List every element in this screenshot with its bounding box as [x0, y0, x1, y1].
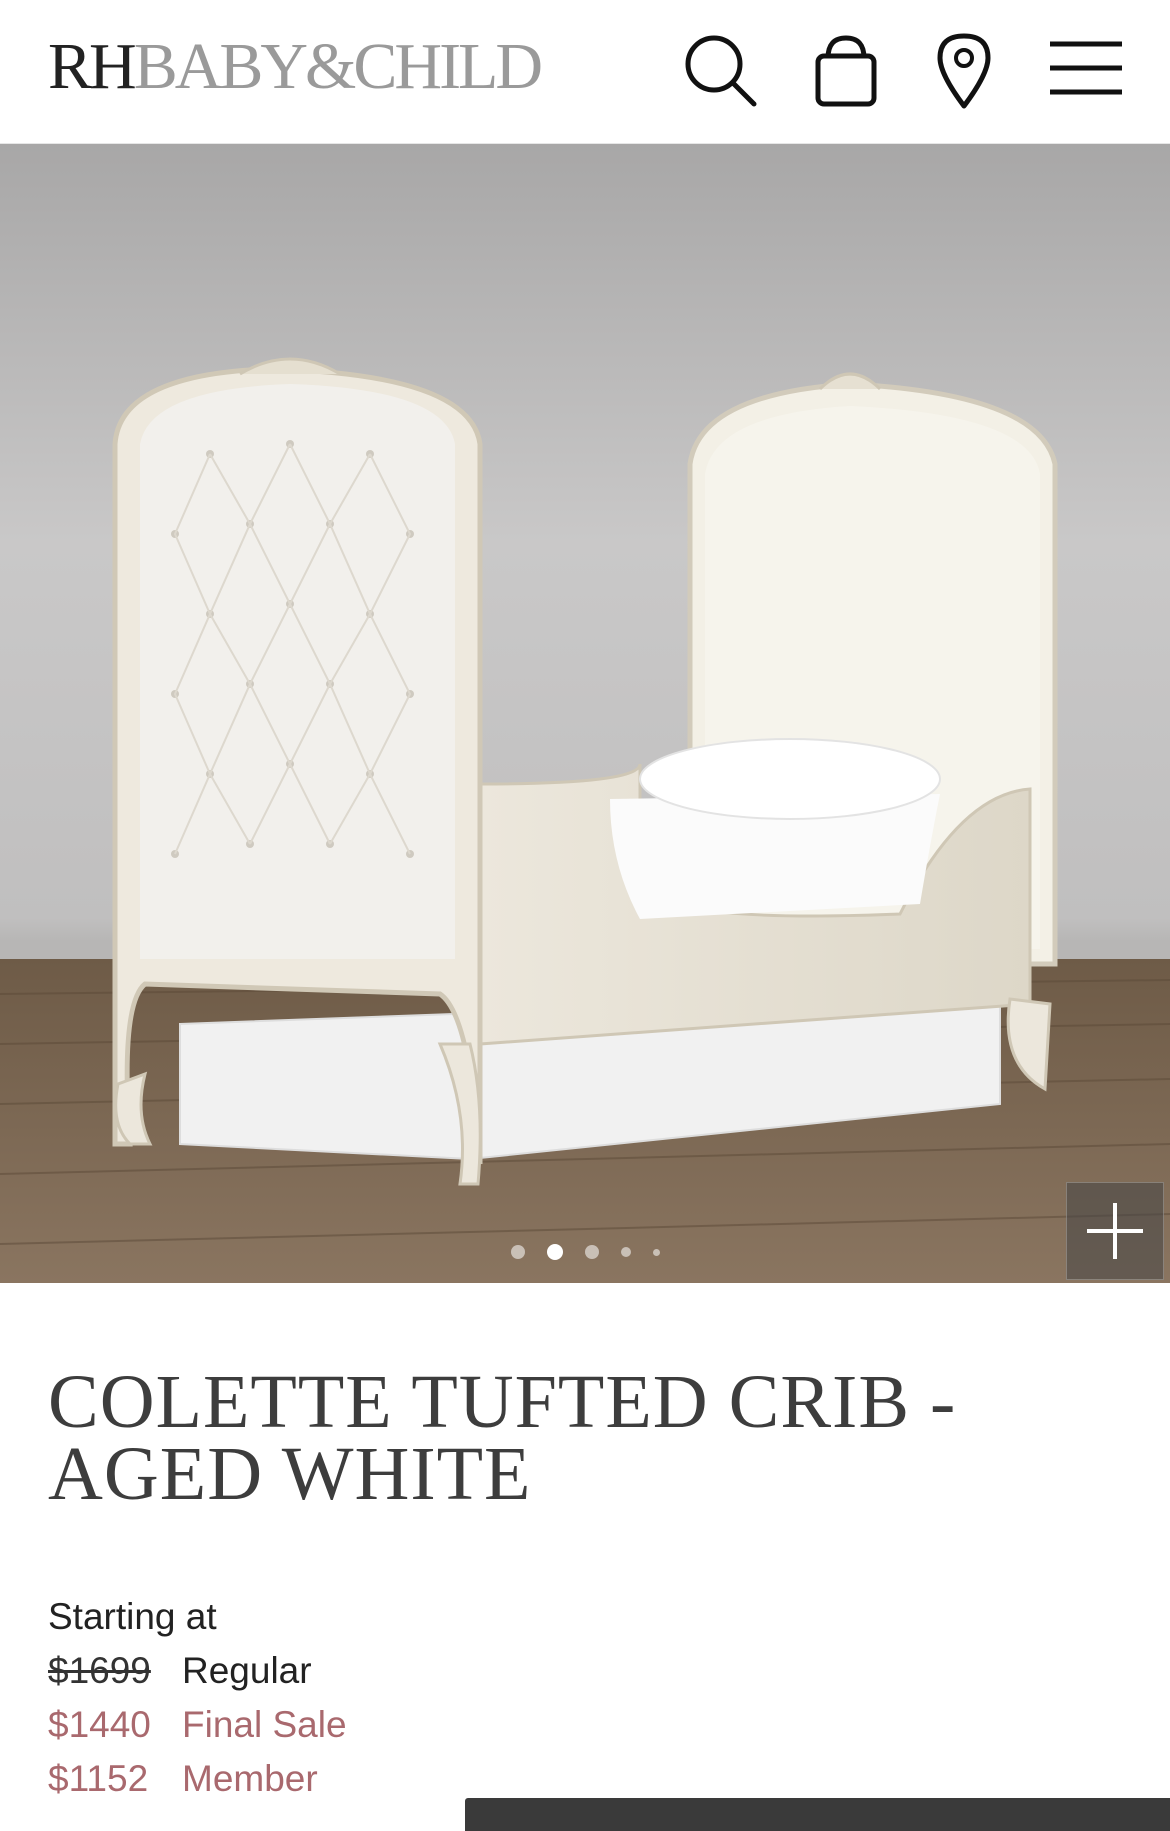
search-icon[interactable]: [680, 30, 760, 110]
sale-price-row: $1440 Final Sale: [48, 1698, 347, 1752]
member-price-label: Member: [182, 1758, 318, 1799]
regular-price-label: Regular: [182, 1650, 312, 1691]
logo-rh: RH: [48, 30, 137, 103]
carousel-dot[interactable]: [652, 1248, 660, 1256]
hamburger-menu-icon[interactable]: [1046, 30, 1126, 110]
site-header: RHBABY&CHILD: [0, 0, 1170, 144]
regular-price-row: $1699 Regular: [48, 1644, 347, 1698]
member-price: $1152: [48, 1758, 149, 1799]
crib-photo: [0, 357, 1170, 1283]
zoom-button[interactable]: [1066, 1182, 1164, 1280]
carousel-dot[interactable]: [510, 1245, 525, 1259]
carousel-dots[interactable]: [0, 1242, 1170, 1262]
logo-brand: BABY&CHILD: [133, 30, 543, 103]
carousel-dot[interactable]: [620, 1247, 631, 1257]
carousel-dot-active[interactable]: [546, 1244, 563, 1260]
regular-price: $1699: [48, 1650, 151, 1691]
product-title: COLETTE TUFTED CRIB - AGED WHITE: [48, 1360, 957, 1516]
carousel-dot[interactable]: [584, 1245, 599, 1259]
map-pin-icon[interactable]: [924, 30, 1004, 110]
product-hero-image[interactable]: [0, 144, 1170, 1283]
brand-logo[interactable]: RHBABY&CHILD: [48, 30, 543, 103]
member-price-row: $1152 Member: [48, 1752, 347, 1806]
sale-price-label: Final Sale: [182, 1704, 347, 1745]
plus-icon: [1087, 1203, 1143, 1259]
sale-price: $1440: [48, 1704, 151, 1745]
shopping-bag-icon[interactable]: [806, 30, 886, 110]
price-block: Starting at $1699 Regular $1440 Final Sa…: [48, 1590, 347, 1806]
starting-at-label: Starting at: [48, 1596, 217, 1637]
sticky-action-bar[interactable]: [465, 1798, 1170, 1831]
